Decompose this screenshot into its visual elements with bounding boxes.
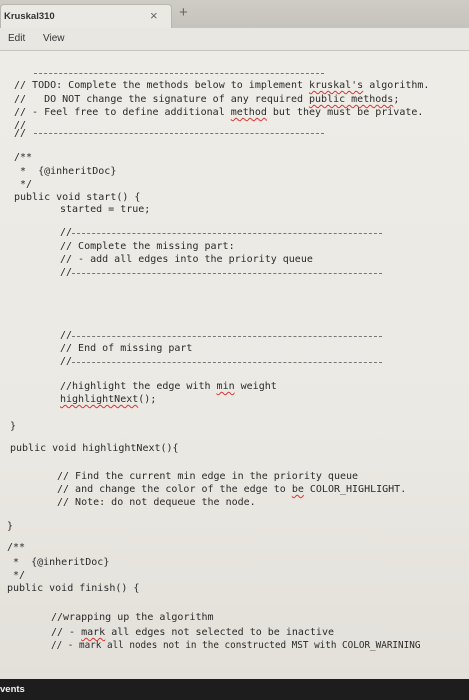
code-line-highlight-signature: public void highlightNext(){: [10, 443, 179, 454]
spell-squiggle-public-methods: public methods: [309, 94, 394, 105]
code-line-doc-open: /**: [14, 152, 33, 163]
code-line-highlight-comment: //highlight the edge with min weight: [60, 381, 277, 393]
code-line-highlight-call: highlightNext();: [60, 394, 156, 406]
new-tab-plus-icon[interactable]: +: [179, 4, 188, 21]
spell-squiggle-min: min: [216, 381, 235, 392]
code-line-started-true: started = true;: [60, 204, 151, 215]
code-text: //highlight the edge with: [60, 381, 217, 392]
editor-tab[interactable]: Kruskal310 ×: [0, 4, 172, 29]
comment-dash-rule: [34, 133, 324, 134]
comment-dash-rule: [72, 273, 382, 274]
menu-view[interactable]: View: [43, 33, 65, 44]
code-text: weight: [234, 381, 277, 392]
close-tab-icon[interactable]: ×: [150, 8, 158, 23]
code-text: // -: [51, 627, 82, 638]
code-line-close-brace: }: [7, 521, 14, 532]
comment-dash-rule: [72, 336, 382, 337]
code-text: // TODO: Complete the methods below to i…: [14, 80, 310, 91]
code-line-find-current: // Find the current min edge in the prio…: [57, 471, 359, 482]
spell-squiggle-be: be: [291, 484, 304, 495]
code-line-finish-signature: public void finish() {: [7, 583, 140, 594]
tab-bar: Kruskal310 × +: [0, 0, 469, 29]
menu-edit[interactable]: Edit: [8, 33, 25, 44]
code-line-dont-change: // DO NOT change the signature of any re…: [14, 94, 399, 106]
status-bar: vents: [0, 679, 469, 700]
comment-dash-rule: [34, 73, 324, 74]
code-editor[interactable]: // TODO: Complete the methods below to i…: [0, 51, 469, 679]
code-text: // and change the color of the edge to: [57, 484, 292, 495]
spell-squiggle-mark: mark: [81, 627, 106, 638]
code-line-feel-free: // - Feel free to define additional meth…: [14, 107, 423, 119]
status-events-label[interactable]: vents: [0, 684, 25, 695]
code-text: COLOR_HIGHLIGHT.: [303, 484, 407, 495]
code-text: all edges not selected to be inactive: [105, 627, 334, 638]
code-line-slashes: //: [60, 356, 73, 367]
code-text: // - Feel free to define additional: [14, 107, 231, 118]
code-line-change-color: // and change the color of the edge to b…: [57, 484, 406, 496]
code-text: ;: [393, 94, 400, 105]
spell-squiggle-highlightnext: highlightNext: [60, 394, 139, 405]
code-line-todo: // TODO: Complete the methods below to i…: [14, 80, 429, 92]
tab-title: Kruskal310: [4, 11, 55, 22]
code-line-note: // Note: do not dequeue the node.: [57, 497, 256, 508]
code-line-slashes: //: [60, 267, 73, 278]
spell-squiggle-kruskals: kruskal's: [309, 80, 364, 91]
comment-dash-rule: [72, 233, 382, 234]
code-text: ();: [138, 394, 157, 405]
code-line-slashes: //: [60, 227, 73, 238]
code-line-doc-open: /**: [7, 542, 26, 553]
code-line-doc-close: */: [7, 570, 26, 581]
code-line-add-edges: // - add all edges into the priority que…: [60, 254, 313, 265]
spell-squiggle-method: method: [230, 107, 267, 118]
code-line-mark-edges: // - mark all edges not selected to be i…: [51, 627, 334, 639]
comment-dash-rule: [72, 362, 382, 363]
code-text: // DO NOT change the signature of any re…: [14, 94, 310, 105]
code-line-doc-close: */: [14, 179, 33, 190]
code-text: but they must be private.: [266, 107, 424, 118]
code-line-end-missing: // End of missing part: [60, 343, 193, 354]
code-line-complete-missing: // Complete the missing part:: [60, 241, 235, 252]
menu-bar: Edit View: [0, 28, 469, 51]
code-line-start-signature: public void start() {: [14, 192, 141, 203]
code-line-wrapping: //wrapping up the algorithm: [51, 612, 214, 623]
code-text: algorithm.: [363, 80, 430, 91]
code-line-close-brace: }: [10, 421, 17, 432]
code-line-slashes: //: [14, 128, 27, 139]
code-line-slashes: //: [60, 330, 73, 341]
code-line-inheritdoc: * {@inheritDoc}: [14, 166, 117, 177]
code-line-inheritdoc: * {@inheritDoc}: [7, 557, 110, 568]
code-line-mark-nodes: // - mark all nodes not in the construct…: [51, 640, 421, 651]
